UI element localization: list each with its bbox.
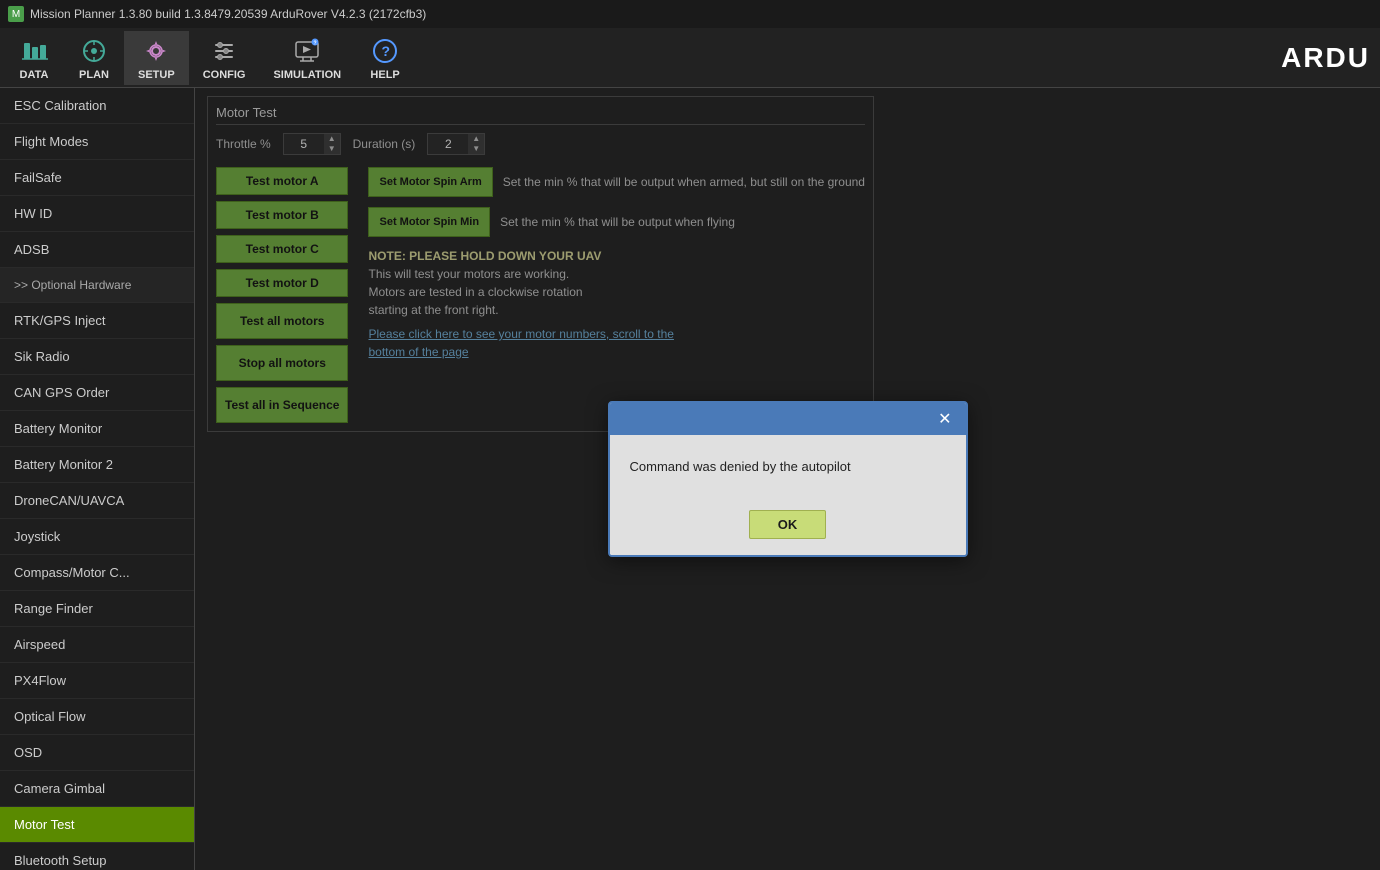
plan-icon xyxy=(78,35,110,67)
dialog-overlay: ✕ Command was denied by the autopilot OK xyxy=(195,88,1380,870)
sidebar-item-rtk-gps[interactable]: RTK/GPS Inject xyxy=(0,303,194,339)
title-bar-text: Mission Planner 1.3.80 build 1.3.8479.20… xyxy=(30,7,426,21)
dialog-message: Command was denied by the autopilot xyxy=(630,459,946,474)
svg-text:?: ? xyxy=(382,43,391,59)
svg-text:?: ? xyxy=(314,40,317,46)
sidebar-item-flight-modes[interactable]: Flight Modes xyxy=(0,124,194,160)
dialog-body: Command was denied by the autopilot xyxy=(610,435,966,510)
toolbar-plan-label: PLAN xyxy=(79,69,109,81)
sidebar-item-failsafe[interactable]: FailSafe xyxy=(0,160,194,196)
sidebar-item-airspeed[interactable]: Airspeed xyxy=(0,627,194,663)
help-icon: ? xyxy=(369,35,401,67)
sidebar-item-compass-motor[interactable]: Compass/Motor C... xyxy=(0,555,194,591)
sidebar-item-can-gps[interactable]: CAN GPS Order xyxy=(0,375,194,411)
toolbar-config[interactable]: CONFIG xyxy=(189,31,260,85)
sidebar-item-joystick[interactable]: Joystick xyxy=(0,519,194,555)
simulation-icon: ? xyxy=(291,35,323,67)
title-bar: M Mission Planner 1.3.80 build 1.3.8479.… xyxy=(0,0,1380,28)
sidebar-item-esc-cal[interactable]: ESC Calibration xyxy=(0,88,194,124)
content-area: Motor Test Throttle % 5 ▲ ▼ Duration (s)… xyxy=(195,88,1380,870)
toolbar-simulation[interactable]: ? SIMULATION xyxy=(259,31,355,85)
sidebar-item-motor-test[interactable]: Motor Test xyxy=(0,807,194,843)
dialog-close-button[interactable]: ✕ xyxy=(932,407,957,431)
sidebar-item-camera-gimbal[interactable]: Camera Gimbal xyxy=(0,771,194,807)
sidebar-item-range-finder[interactable]: Range Finder xyxy=(0,591,194,627)
toolbar-data[interactable]: DATA xyxy=(4,31,64,85)
toolbar-plan[interactable]: PLAN xyxy=(64,31,124,85)
app-icon: M xyxy=(8,6,24,22)
dialog-header: ✕ xyxy=(610,403,966,435)
data-icon xyxy=(18,35,50,67)
setup-icon xyxy=(140,35,172,67)
sidebar-item-sik-radio[interactable]: Sik Radio xyxy=(0,339,194,375)
config-icon xyxy=(208,35,240,67)
dialog: ✕ Command was denied by the autopilot OK xyxy=(608,401,968,557)
toolbar-simulation-label: SIMULATION xyxy=(273,69,341,81)
sidebar-item-battery-monitor2[interactable]: Battery Monitor 2 xyxy=(0,447,194,483)
sidebar-item-adsb[interactable]: ADSB xyxy=(0,232,194,268)
sidebar-item-px4flow[interactable]: PX4Flow xyxy=(0,663,194,699)
ardu-logo: ARDU xyxy=(1281,42,1370,74)
main-layout: ESC Calibration Flight Modes FailSafe HW… xyxy=(0,88,1380,870)
toolbar-help[interactable]: ? HELP xyxy=(355,31,415,85)
sidebar-item-hw-id[interactable]: HW ID xyxy=(0,196,194,232)
sidebar-section-optional: >> Optional Hardware xyxy=(0,268,194,303)
sidebar-item-bluetooth-setup[interactable]: Bluetooth Setup xyxy=(0,843,194,870)
toolbar-setup[interactable]: SETUP xyxy=(124,31,189,85)
sidebar-item-battery-monitor[interactable]: Battery Monitor xyxy=(0,411,194,447)
dialog-footer: OK xyxy=(610,510,966,555)
toolbar-config-label: CONFIG xyxy=(203,69,246,81)
toolbar-data-label: DATA xyxy=(20,69,49,81)
toolbar-setup-label: SETUP xyxy=(138,69,175,81)
sidebar-item-dronecan[interactable]: DroneCAN/UAVCA xyxy=(0,483,194,519)
toolbar: DATA PLAN SETUP xyxy=(0,28,1380,88)
toolbar-help-label: HELP xyxy=(370,69,399,81)
sidebar-item-optical-flow[interactable]: Optical Flow xyxy=(0,699,194,735)
sidebar-item-osd[interactable]: OSD xyxy=(0,735,194,771)
dialog-ok-button[interactable]: OK xyxy=(749,510,827,539)
sidebar: ESC Calibration Flight Modes FailSafe HW… xyxy=(0,88,195,870)
